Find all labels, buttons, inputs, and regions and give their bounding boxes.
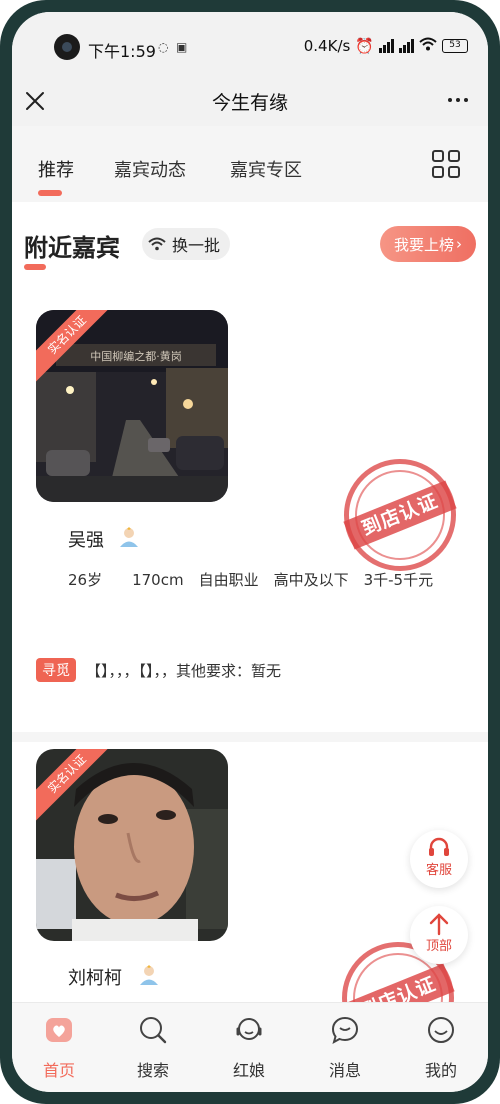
phone-frame: 下午1:59 ◌ ▣ 0.4K/s ⏰ 53 今生有缘 推荐 嘉宾动态 嘉宾专区…	[0, 0, 500, 1104]
tab-recommend[interactable]: 推荐	[38, 156, 74, 182]
signal-icon	[379, 39, 394, 53]
male-avatar-icon-2	[140, 965, 158, 985]
status-right: 0.4K/s ⏰ 53	[304, 37, 468, 55]
tab-indicator	[38, 190, 62, 196]
refresh-button[interactable]: 换一批	[142, 228, 231, 260]
network-speed: 0.4K/s	[303, 37, 351, 55]
customer-service-label: 客服	[425, 863, 452, 878]
arrow-up-icon	[429, 913, 449, 936]
tab-bar: 推荐 嘉宾动态 嘉宾专区	[12, 126, 488, 202]
tab-guest-zone[interactable]: 嘉宾专区	[230, 156, 302, 182]
headset-icon	[429, 837, 449, 856]
more-icon[interactable]	[448, 98, 468, 102]
main-content: 附近嘉宾 换一批 我要上榜 › 中国柳编之都·黄岗 实名认证 到店认证 吴强 2…	[12, 202, 488, 1071]
front-camera	[54, 34, 80, 60]
screen: 下午1:59 ◌ ▣ 0.4K/s ⏰ 53 今生有缘 推荐 嘉宾动态 嘉宾专区…	[12, 12, 488, 1092]
search-icon	[140, 1017, 167, 1044]
profile-photo[interactable]: 中国柳编之都·黄岗 实名认证	[36, 310, 228, 502]
seek-row: 寻觅 【】，，，【】，，其他要求：暂无	[36, 657, 281, 683]
bottom-nav: 首页 搜索 红娘 消息 我的	[12, 1002, 488, 1092]
nav-search[interactable]: 搜索	[118, 1015, 188, 1081]
male-avatar-icon	[120, 527, 138, 547]
page-title: 今生有缘	[211, 92, 288, 114]
nav-mine[interactable]: 我的	[406, 1015, 476, 1081]
home-icon	[46, 1018, 72, 1042]
matchmaker-icon	[236, 1018, 262, 1040]
back-to-top-label: 顶部	[425, 939, 452, 954]
section-underline	[24, 264, 46, 270]
grid-icon[interactable]	[432, 150, 460, 178]
nav-messages-label: 消息	[328, 1061, 361, 1080]
rank-button[interactable]: 我要上榜 ›	[380, 226, 476, 262]
alarm-icon: ⏰	[355, 37, 374, 55]
profile-name-2[interactable]: 刘柯柯	[68, 964, 122, 990]
street-sign-text: 中国柳编之都·黄岗	[90, 349, 182, 363]
profile-details: 26岁 170cm 自由职业 高中及以下 3千-5千元	[68, 571, 434, 589]
refresh-wifi-icon	[148, 237, 166, 251]
nav-matchmaker-label: 红娘	[232, 1061, 265, 1080]
back-to-top-button[interactable]: 顶部	[410, 906, 468, 964]
tab-guest-feed[interactable]: 嘉宾动态	[114, 156, 186, 182]
nav-search-label: 搜索	[136, 1061, 169, 1080]
chevron-right-icon: ›	[456, 235, 462, 253]
message-icon	[331, 1016, 359, 1045]
stamp-text: 到店认证	[343, 480, 457, 550]
wifi-icon	[419, 37, 437, 55]
status-time: 下午1:59	[88, 42, 156, 61]
profile-photo-2[interactable]: 实名认证	[36, 749, 228, 941]
profile-icon	[428, 1017, 454, 1043]
card-separator	[12, 732, 488, 742]
nav-matchmaker[interactable]: 红娘	[214, 1015, 284, 1081]
nav-home-label: 首页	[42, 1061, 75, 1080]
title-bar: 今生有缘	[12, 76, 488, 126]
sync-icon: ◌	[158, 40, 169, 54]
customer-service-button[interactable]: 客服	[410, 830, 468, 888]
section-title: 附近嘉宾	[24, 234, 120, 262]
app-notification-icon: ▣	[176, 40, 188, 54]
nav-home[interactable]: 首页	[24, 1015, 94, 1081]
profile-name[interactable]: 吴强	[68, 526, 104, 552]
refresh-label: 换一批	[172, 236, 221, 255]
seek-text: 【】，，，【】，，其他要求：暂无	[86, 661, 282, 680]
signal-icon-2	[399, 39, 414, 53]
nav-mine-label: 我的	[424, 1061, 457, 1080]
seek-tag: 寻觅	[36, 658, 76, 682]
status-bar: 下午1:59 ◌ ▣ 0.4K/s ⏰ 53	[12, 12, 488, 76]
battery-icon: 53	[442, 39, 468, 53]
rank-label: 我要上榜	[393, 235, 454, 254]
nav-messages[interactable]: 消息	[310, 1015, 380, 1081]
